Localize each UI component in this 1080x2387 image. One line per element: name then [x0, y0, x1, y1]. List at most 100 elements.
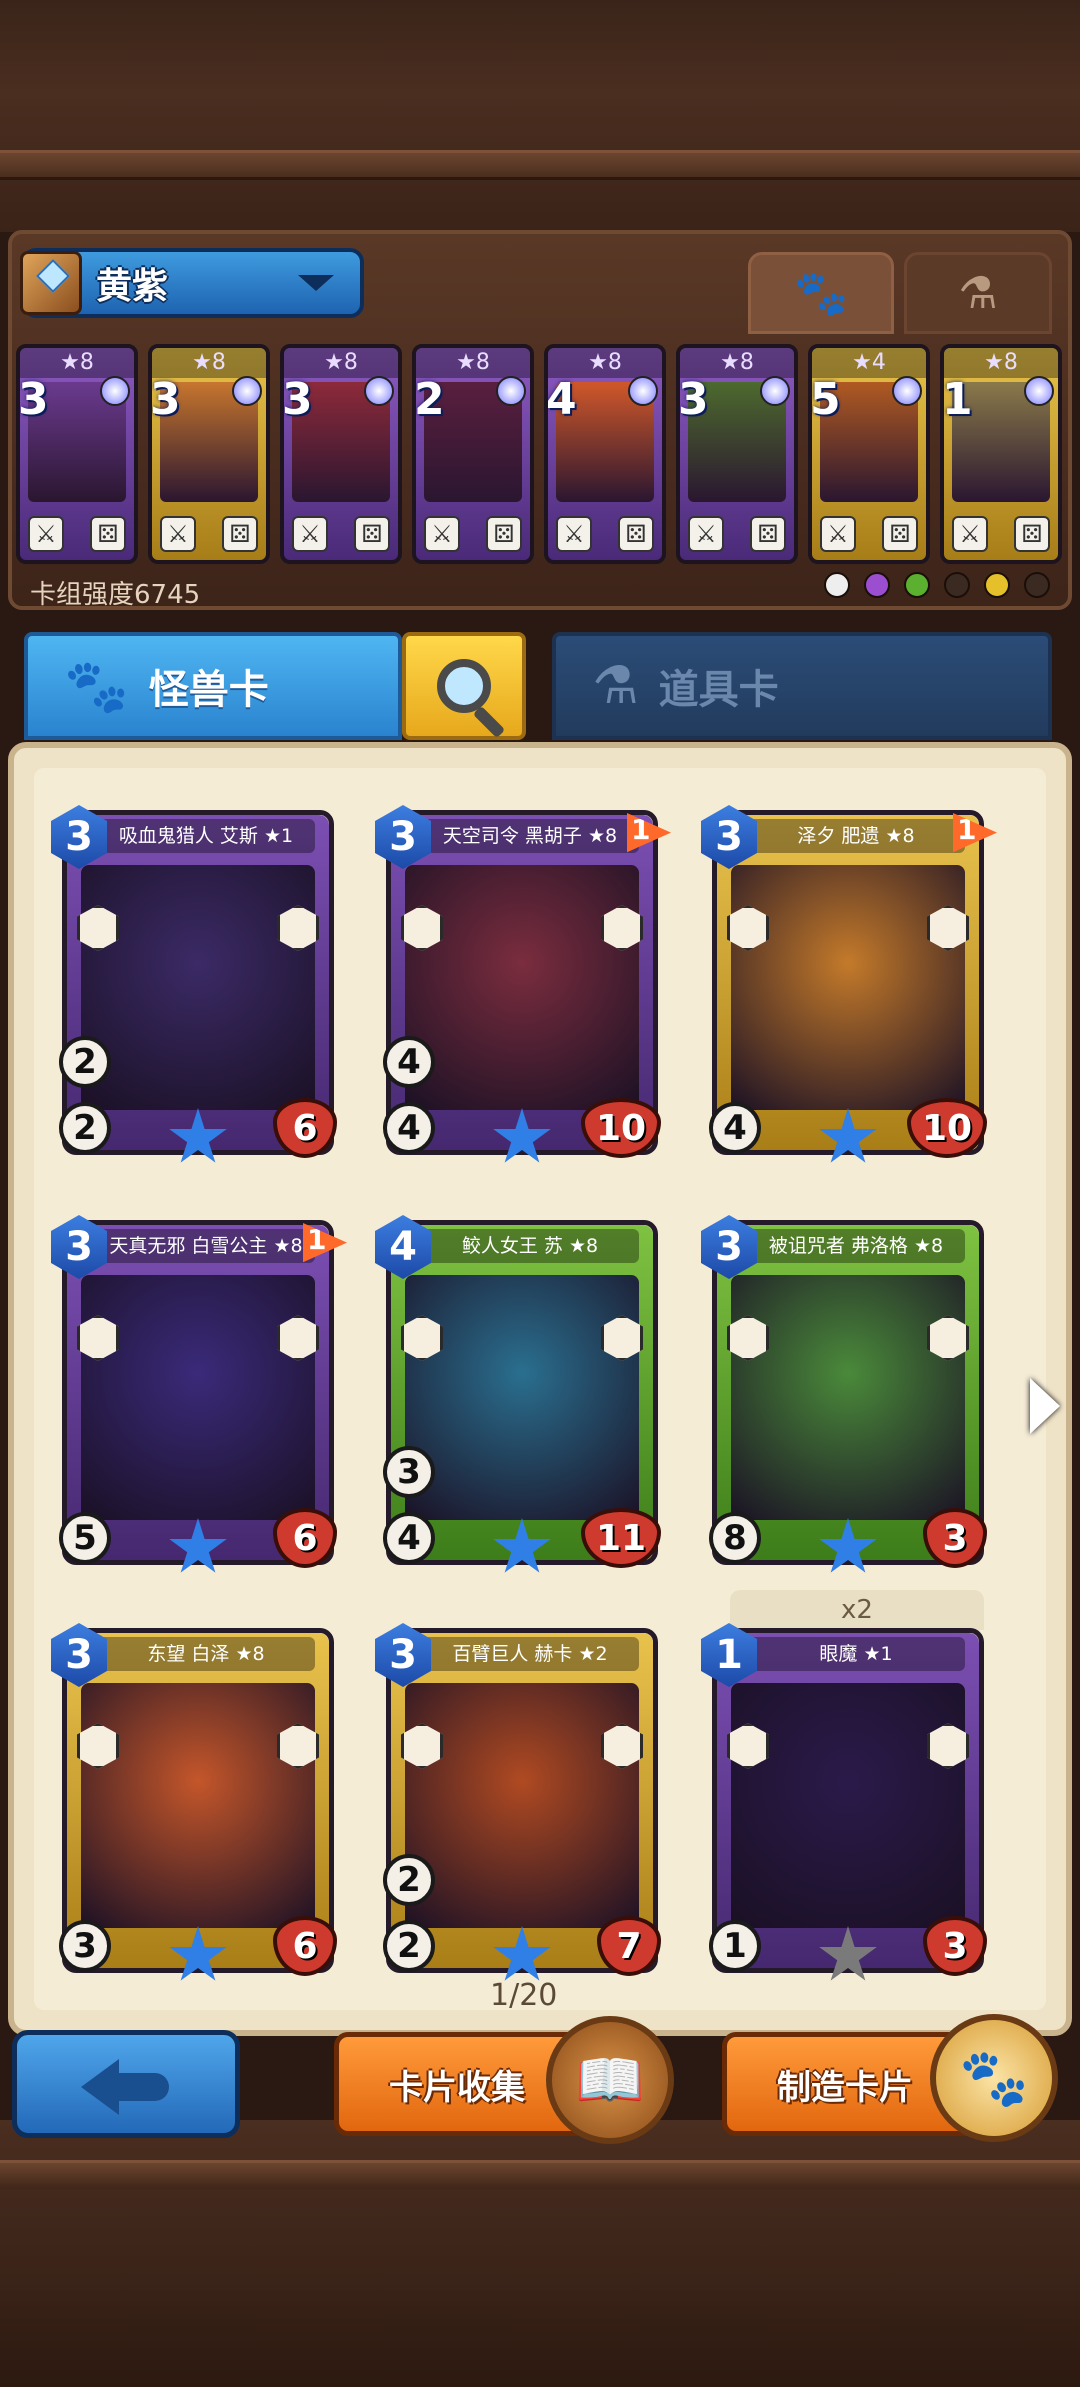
deck-card-cost: 3: [18, 374, 49, 425]
deck-card[interactable]: ★8 1 ⚔ ⚄: [940, 344, 1062, 564]
dark-tribe-icon: [944, 572, 970, 598]
deck-card-list: ★8 3 ⚔ ⚄ ★8 3 ⚔ ⚄ ★8 3 ⚔ ⚄ ★8 2 ⚔ ⚄ ★8 4 ⚔ ⚄ ★8 3 ⚔ ⚄ ★4 5 ⚔ ⚄ ★8 1 ⚔ ⚄: [14, 344, 1064, 564]
deck-card[interactable]: ★8 3 ⚔ ⚄: [148, 344, 270, 564]
card-name: 百臂巨人 赫卡 ★2: [421, 1637, 639, 1671]
card-attack: 2: [383, 1854, 435, 1906]
chevron-down-icon: [298, 275, 334, 291]
sword-icon: ⚔: [688, 516, 724, 552]
deck-selector-dropdown[interactable]: 黄紫: [20, 248, 364, 318]
card-speed: 4: [383, 1512, 435, 1564]
monster-card[interactable]: 吸血鬼猎人 艾斯 ★1 3 2 2 6: [51, 805, 337, 1163]
card-speed: 4: [383, 1102, 435, 1154]
gem-icon: [892, 376, 922, 406]
paw-icon: 🐾: [64, 656, 129, 717]
gem-icon: [1024, 376, 1054, 406]
search-button[interactable]: [402, 632, 526, 740]
card-name: 被诅咒者 弗洛格 ★8: [747, 1229, 965, 1263]
sword-icon: ⚔: [160, 516, 196, 552]
deck-card[interactable]: ★4 5 ⚔ ⚄: [808, 344, 930, 564]
card-speed: 2: [59, 1102, 111, 1154]
card-art: [731, 1275, 965, 1520]
deck-card[interactable]: ★8 3 ⚔ ⚄: [676, 344, 798, 564]
craft-card-label: 制造卡片: [777, 2067, 913, 2108]
card-speed: 2: [383, 1920, 435, 1972]
dice-icon: ⚄: [1014, 516, 1050, 552]
card-name: 吸血鬼猎人 艾斯 ★1: [97, 819, 315, 853]
card-art: [731, 865, 965, 1110]
deck-card-cost: 3: [678, 374, 709, 425]
card-name: 天空司令 黑胡子 ★8: [421, 819, 639, 853]
sword-icon: ⚔: [424, 516, 460, 552]
card-art: [81, 1275, 315, 1520]
potion-paw-icon[interactable]: 🐾: [930, 2014, 1058, 2142]
sword-icon: ⚔: [556, 516, 592, 552]
card-book-icon[interactable]: 📖: [546, 2016, 674, 2144]
deck-name: 黄紫: [96, 266, 169, 307]
monster-card[interactable]: 百臂巨人 赫卡 ★2 3 2 2 7: [375, 1623, 661, 1981]
dice-icon: ⚄: [222, 516, 258, 552]
monster-card[interactable]: 被诅咒者 弗洛格 ★8 3 8 3: [701, 1215, 987, 1573]
deck-card[interactable]: ★8 3 ⚔ ⚄: [16, 344, 138, 564]
deck-card[interactable]: ★8 3 ⚔ ⚄: [280, 344, 402, 564]
card-attack: 3: [383, 1446, 435, 1498]
tab-item-label: 道具卡: [658, 667, 779, 713]
card-art: [405, 1683, 639, 1928]
back-arrow-icon: [81, 2059, 171, 2115]
card-speed: 5: [59, 1512, 111, 1564]
tab-monster-cards[interactable]: 🐾 怪兽卡: [24, 632, 402, 740]
card-speed: 3: [59, 1920, 111, 1972]
deck-card-cost: 2: [414, 374, 445, 425]
shadow-tribe-icon: [1024, 572, 1050, 598]
monster-card[interactable]: 鲛人女王 苏 ★8 4 3 4 11: [375, 1215, 661, 1573]
dice-icon: ⚄: [750, 516, 786, 552]
page-indicator: 1/20: [490, 1978, 558, 2013]
card-speed: 1: [709, 1920, 761, 1972]
deck-card[interactable]: ★8 4 ⚔ ⚄: [544, 344, 666, 564]
deck-card-cost: 3: [150, 374, 181, 425]
deck-card[interactable]: ★8 2 ⚔ ⚄: [412, 344, 534, 564]
gem-icon: [364, 376, 394, 406]
back-button[interactable]: [12, 2030, 240, 2138]
monster-card[interactable]: 眼魔 ★1 1 1 3: [701, 1623, 987, 1981]
wood-top-background: [0, 0, 1080, 232]
card-art: [405, 865, 639, 1110]
dice-icon: ⚄: [618, 516, 654, 552]
tab-deck-monsters[interactable]: 🐾: [748, 252, 894, 334]
card-attack: 4: [383, 1036, 435, 1088]
deck-card-cost: 5: [810, 374, 841, 425]
deck-book-icon: [20, 251, 82, 315]
card-name: 泽夕 肥遗 ★8: [747, 819, 965, 853]
card-speed: 4: [709, 1102, 761, 1154]
dice-icon: ⚄: [90, 516, 126, 552]
card-name: 东望 白泽 ★8: [97, 1637, 315, 1671]
green-tribe-icon: [904, 572, 930, 598]
card-speed: 8: [709, 1512, 761, 1564]
card-art: [81, 1683, 315, 1928]
sword-icon: ⚔: [952, 516, 988, 552]
tab-monster-label: 怪兽卡: [148, 667, 269, 713]
tab-deck-items[interactable]: ⚗: [904, 252, 1052, 334]
monster-card[interactable]: 天空司令 黑胡子 ★8 3 1 4 4 10: [375, 805, 671, 1163]
deck-card-cost: 4: [546, 374, 577, 425]
tab-item-cards[interactable]: ⚗ 道具卡: [552, 632, 1052, 740]
flask-icon: ⚗: [958, 267, 998, 319]
card-attack: 2: [59, 1036, 111, 1088]
monster-card[interactable]: 东望 白泽 ★8 3 3 6: [51, 1623, 337, 1981]
yellow-tribe-icon: [984, 572, 1010, 598]
deck-tribe-icons: [824, 572, 1050, 598]
dice-icon: ⚄: [486, 516, 522, 552]
card-grid: 吸血鬼猎人 艾斯 ★1 3 2 2 6 天空司令 黑胡子 ★8 3 1 4 4 10 泽夕 肥遗 ★8…: [51, 805, 1012, 2000]
sword-icon: ⚔: [28, 516, 64, 552]
monster-card[interactable]: 天真无邪 白雪公主 ★8 3 1 5 6: [51, 1215, 347, 1573]
deck-card-cost: 3: [282, 374, 313, 425]
card-art: [731, 1683, 965, 1928]
monster-card[interactable]: 泽夕 肥遗 ★8 3 1 4 10: [701, 805, 997, 1163]
next-page-arrow-icon[interactable]: [1030, 1378, 1060, 1434]
purple-tribe-icon: [864, 572, 890, 598]
deck-card-cost: 1: [942, 374, 973, 425]
paw-icon: 🐾: [793, 268, 849, 319]
card-art: [81, 865, 315, 1110]
gem-icon: [760, 376, 790, 406]
circle-icon: [824, 572, 850, 598]
card-name: 鲛人女王 苏 ★8: [421, 1229, 639, 1263]
